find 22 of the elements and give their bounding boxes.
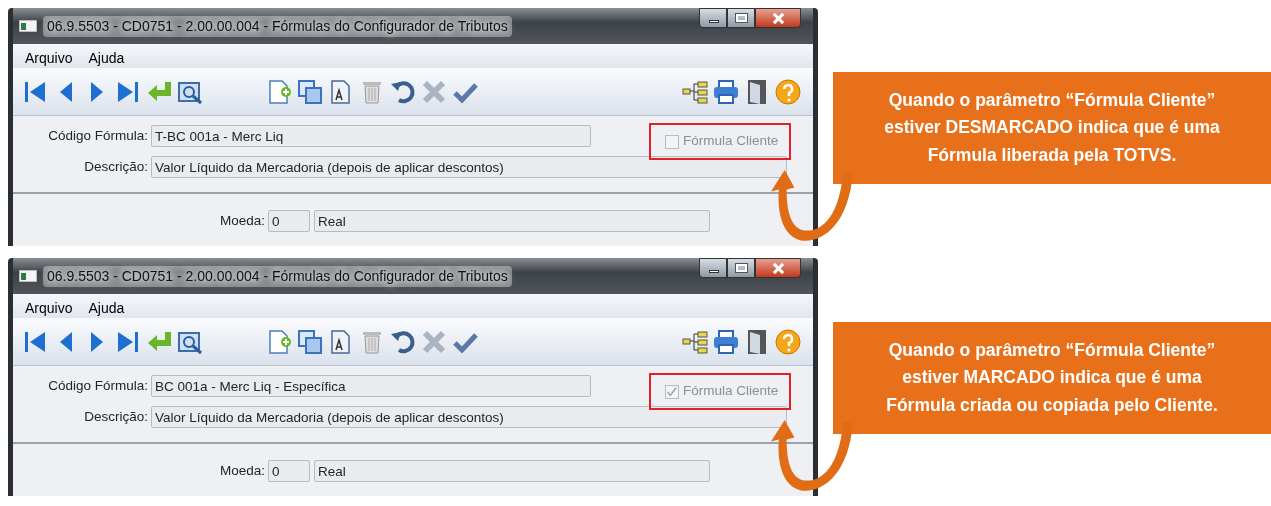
currency-code-field[interactable]: 0 (268, 210, 310, 232)
menu-item[interactable]: Ajuda (88, 298, 125, 314)
field-label: Moeda: (218, 211, 266, 230)
menu-item[interactable]: Arquivo (25, 48, 73, 64)
currency-name-field[interactable]: Real (314, 210, 710, 232)
code-field[interactable]: BC 001a - Merc Liq - Específica (151, 375, 591, 397)
menu-item[interactable]: Arquivo (25, 298, 73, 314)
field-label: Descrição: (83, 407, 149, 426)
currency-code-field[interactable]: 0 (268, 460, 310, 482)
description-field[interactable]: Valor Líquido da Mercadoria (depois de aplicar descontos) (151, 406, 787, 428)
field-label: Código Fórmula: (47, 376, 149, 395)
currency-name-field[interactable]: Real (314, 460, 710, 482)
menu-item[interactable]: Ajuda (88, 48, 125, 64)
checkbox-label: Fórmula Cliente (683, 132, 779, 151)
callout-box: Quando o parâmetro “Fórmula Cliente” estiver MARCADO indica que é uma Fórmula criada ou copiada pelo Cliente. (833, 322, 1271, 434)
checkbox-label: Fórmula Cliente (683, 382, 779, 401)
code-field[interactable]: T-BC 001a - Merc Liq (151, 125, 591, 147)
description-field[interactable]: Valor Líquido da Mercadoria (depois de aplicar descontos) (151, 156, 787, 178)
field-label: Descrição: (83, 157, 149, 176)
field-label: Código Fórmula: (47, 126, 149, 145)
field-label: Moeda: (218, 461, 266, 480)
callout-box: Quando o parâmetro “Fórmula Cliente” estiver DESMARCADO indica que é uma Fórmula liberada pela TOTVS. (833, 72, 1271, 184)
